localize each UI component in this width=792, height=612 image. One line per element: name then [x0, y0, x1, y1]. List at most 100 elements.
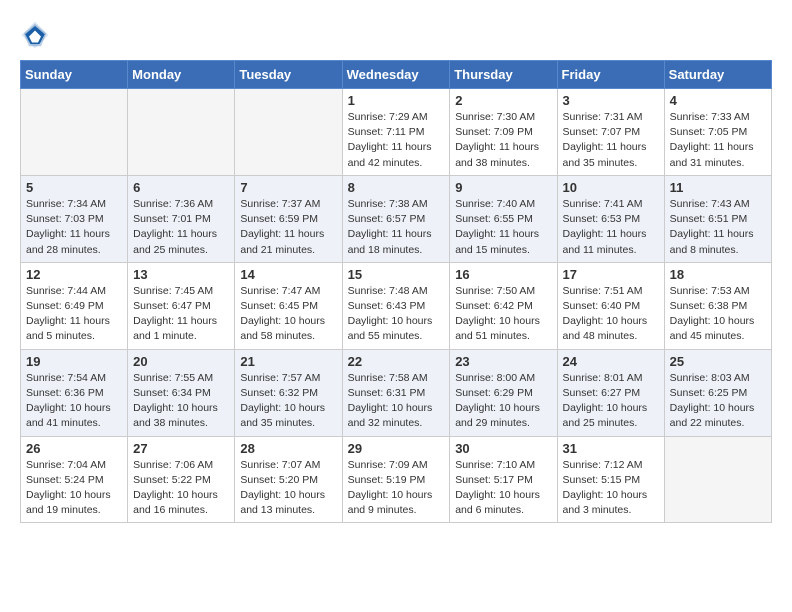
calendar-cell: 18 Sunrise: 7:53 AM Sunset: 6:38 PM Dayli… — [664, 262, 771, 349]
weekday-header: Friday — [557, 61, 664, 89]
calendar-cell: 25 Sunrise: 8:03 AM Sunset: 6:25 PM Dayli… — [664, 349, 771, 436]
day-number: 23 — [455, 354, 551, 369]
calendar-cell: 8 Sunrise: 7:38 AM Sunset: 6:57 PM Daylig… — [342, 175, 450, 262]
day-info: Sunrise: 7:51 AM Sunset: 6:40 PM Dayligh… — [563, 284, 659, 345]
calendar-week-row: 12 Sunrise: 7:44 AM Sunset: 6:49 PM Dayli… — [21, 262, 772, 349]
day-info: Sunrise: 7:10 AM Sunset: 5:17 PM Dayligh… — [455, 458, 551, 519]
calendar-cell — [664, 436, 771, 523]
day-number: 17 — [563, 267, 659, 282]
day-number: 22 — [348, 354, 445, 369]
calendar-cell: 23 Sunrise: 8:00 AM Sunset: 6:29 PM Dayli… — [450, 349, 557, 436]
calendar-cell: 2 Sunrise: 7:30 AM Sunset: 7:09 PM Daylig… — [450, 89, 557, 176]
day-info: Sunrise: 8:01 AM Sunset: 6:27 PM Dayligh… — [563, 371, 659, 432]
day-number: 29 — [348, 441, 445, 456]
weekday-header: Saturday — [664, 61, 771, 89]
day-number: 18 — [670, 267, 766, 282]
day-number: 20 — [133, 354, 229, 369]
calendar-cell: 7 Sunrise: 7:37 AM Sunset: 6:59 PM Daylig… — [235, 175, 342, 262]
day-info: Sunrise: 7:38 AM Sunset: 6:57 PM Dayligh… — [348, 197, 445, 258]
logo — [20, 20, 54, 50]
weekday-header: Sunday — [21, 61, 128, 89]
calendar-cell: 17 Sunrise: 7:51 AM Sunset: 6:40 PM Dayli… — [557, 262, 664, 349]
day-info: Sunrise: 7:07 AM Sunset: 5:20 PM Dayligh… — [240, 458, 336, 519]
calendar-cell: 12 Sunrise: 7:44 AM Sunset: 6:49 PM Dayli… — [21, 262, 128, 349]
calendar-cell: 19 Sunrise: 7:54 AM Sunset: 6:36 PM Dayli… — [21, 349, 128, 436]
calendar-cell: 4 Sunrise: 7:33 AM Sunset: 7:05 PM Daylig… — [664, 89, 771, 176]
day-info: Sunrise: 7:48 AM Sunset: 6:43 PM Dayligh… — [348, 284, 445, 345]
calendar-week-row: 1 Sunrise: 7:29 AM Sunset: 7:11 PM Daylig… — [21, 89, 772, 176]
calendar-cell: 3 Sunrise: 7:31 AM Sunset: 7:07 PM Daylig… — [557, 89, 664, 176]
calendar-cell: 13Sunrise: 7:45 AM Sunset: 6:47 PM Dayli… — [128, 262, 235, 349]
calendar-table: SundayMondayTuesdayWednesdayThursdayFrid… — [20, 60, 772, 523]
calendar-cell: 30Sunrise: 7:10 AM Sunset: 5:17 PM Dayli… — [450, 436, 557, 523]
day-number: 15 — [348, 267, 445, 282]
calendar-cell: 21 Sunrise: 7:57 AM Sunset: 6:32 PM Dayli… — [235, 349, 342, 436]
day-number: 24 — [563, 354, 659, 369]
day-number: 27 — [133, 441, 229, 456]
calendar-cell: 27 Sunrise: 7:06 AM Sunset: 5:22 PM Dayli… — [128, 436, 235, 523]
day-info: Sunrise: 7:54 AM Sunset: 6:36 PM Dayligh… — [26, 371, 122, 432]
weekday-header-row: SundayMondayTuesdayWednesdayThursdayFrid… — [21, 61, 772, 89]
calendar-cell: 6 Sunrise: 7:36 AM Sunset: 7:01 PM Daylig… — [128, 175, 235, 262]
day-info: Sunrise: 7:47 AM Sunset: 6:45 PM Dayligh… — [240, 284, 336, 345]
calendar-cell: 9 Sunrise: 7:40 AM Sunset: 6:55 PM Daylig… — [450, 175, 557, 262]
day-info: Sunrise: 8:00 AM Sunset: 6:29 PM Dayligh… — [455, 371, 551, 432]
calendar-cell: 10Sunrise: 7:41 AM Sunset: 6:53 PM Dayli… — [557, 175, 664, 262]
day-info: Sunrise: 7:36 AM Sunset: 7:01 PM Dayligh… — [133, 197, 229, 258]
day-number: 19 — [26, 354, 122, 369]
day-info: Sunrise: 7:53 AM Sunset: 6:38 PM Dayligh… — [670, 284, 766, 345]
day-info: Sunrise: 8:03 AM Sunset: 6:25 PM Dayligh… — [670, 371, 766, 432]
day-info: Sunrise: 7:31 AM Sunset: 7:07 PM Dayligh… — [563, 110, 659, 171]
day-info: Sunrise: 7:06 AM Sunset: 5:22 PM Dayligh… — [133, 458, 229, 519]
day-number: 31 — [563, 441, 659, 456]
day-number: 4 — [670, 93, 766, 108]
day-number: 8 — [348, 180, 445, 195]
day-info: Sunrise: 7:09 AM Sunset: 5:19 PM Dayligh… — [348, 458, 445, 519]
day-info: Sunrise: 7:45 AM Sunset: 6:47 PM Dayligh… — [133, 284, 229, 345]
day-number: 2 — [455, 93, 551, 108]
day-number: 3 — [563, 93, 659, 108]
day-info: Sunrise: 7:29 AM Sunset: 7:11 PM Dayligh… — [348, 110, 445, 171]
day-number: 6 — [133, 180, 229, 195]
calendar-cell: 29 Sunrise: 7:09 AM Sunset: 5:19 PM Dayli… — [342, 436, 450, 523]
weekday-header: Tuesday — [235, 61, 342, 89]
calendar-cell: 5 Sunrise: 7:34 AM Sunset: 7:03 PM Daylig… — [21, 175, 128, 262]
day-number: 1 — [348, 93, 445, 108]
calendar-cell: 31 Sunrise: 7:12 AM Sunset: 5:15 PM Dayli… — [557, 436, 664, 523]
day-info: Sunrise: 7:44 AM Sunset: 6:49 PM Dayligh… — [26, 284, 122, 345]
calendar-cell — [235, 89, 342, 176]
day-info: Sunrise: 7:12 AM Sunset: 5:15 PM Dayligh… — [563, 458, 659, 519]
calendar-cell — [21, 89, 128, 176]
calendar-cell: 22 Sunrise: 7:58 AM Sunset: 6:31 PM Dayli… — [342, 349, 450, 436]
day-number: 5 — [26, 180, 122, 195]
day-info: Sunrise: 7:33 AM Sunset: 7:05 PM Dayligh… — [670, 110, 766, 171]
day-number: 21 — [240, 354, 336, 369]
day-number: 16 — [455, 267, 551, 282]
day-info: Sunrise: 7:57 AM Sunset: 6:32 PM Dayligh… — [240, 371, 336, 432]
calendar-cell: 14Sunrise: 7:47 AM Sunset: 6:45 PM Dayli… — [235, 262, 342, 349]
weekday-header: Thursday — [450, 61, 557, 89]
day-number: 12 — [26, 267, 122, 282]
calendar-cell: 24 Sunrise: 8:01 AM Sunset: 6:27 PM Dayli… — [557, 349, 664, 436]
calendar-cell: 16Sunrise: 7:50 AM Sunset: 6:42 PM Dayli… — [450, 262, 557, 349]
day-number: 25 — [670, 354, 766, 369]
calendar-week-row: 19 Sunrise: 7:54 AM Sunset: 6:36 PM Dayli… — [21, 349, 772, 436]
day-number: 11 — [670, 180, 766, 195]
day-number: 28 — [240, 441, 336, 456]
day-info: Sunrise: 7:58 AM Sunset: 6:31 PM Dayligh… — [348, 371, 445, 432]
logo-icon — [20, 20, 50, 50]
calendar-cell: 15 Sunrise: 7:48 AM Sunset: 6:43 PM Dayli… — [342, 262, 450, 349]
day-number: 26 — [26, 441, 122, 456]
calendar-week-row: 5 Sunrise: 7:34 AM Sunset: 7:03 PM Daylig… — [21, 175, 772, 262]
day-info: Sunrise: 7:40 AM Sunset: 6:55 PM Dayligh… — [455, 197, 551, 258]
calendar-cell — [128, 89, 235, 176]
day-number: 9 — [455, 180, 551, 195]
day-info: Sunrise: 7:30 AM Sunset: 7:09 PM Dayligh… — [455, 110, 551, 171]
day-info: Sunrise: 7:37 AM Sunset: 6:59 PM Dayligh… — [240, 197, 336, 258]
day-info: Sunrise: 7:34 AM Sunset: 7:03 PM Dayligh… — [26, 197, 122, 258]
page-header — [20, 20, 772, 50]
day-info: Sunrise: 7:43 AM Sunset: 6:51 PM Dayligh… — [670, 197, 766, 258]
calendar-cell: 11 Sunrise: 7:43 AM Sunset: 6:51 PM Dayli… — [664, 175, 771, 262]
day-number: 7 — [240, 180, 336, 195]
calendar-cell: 28 Sunrise: 7:07 AM Sunset: 5:20 PM Dayli… — [235, 436, 342, 523]
